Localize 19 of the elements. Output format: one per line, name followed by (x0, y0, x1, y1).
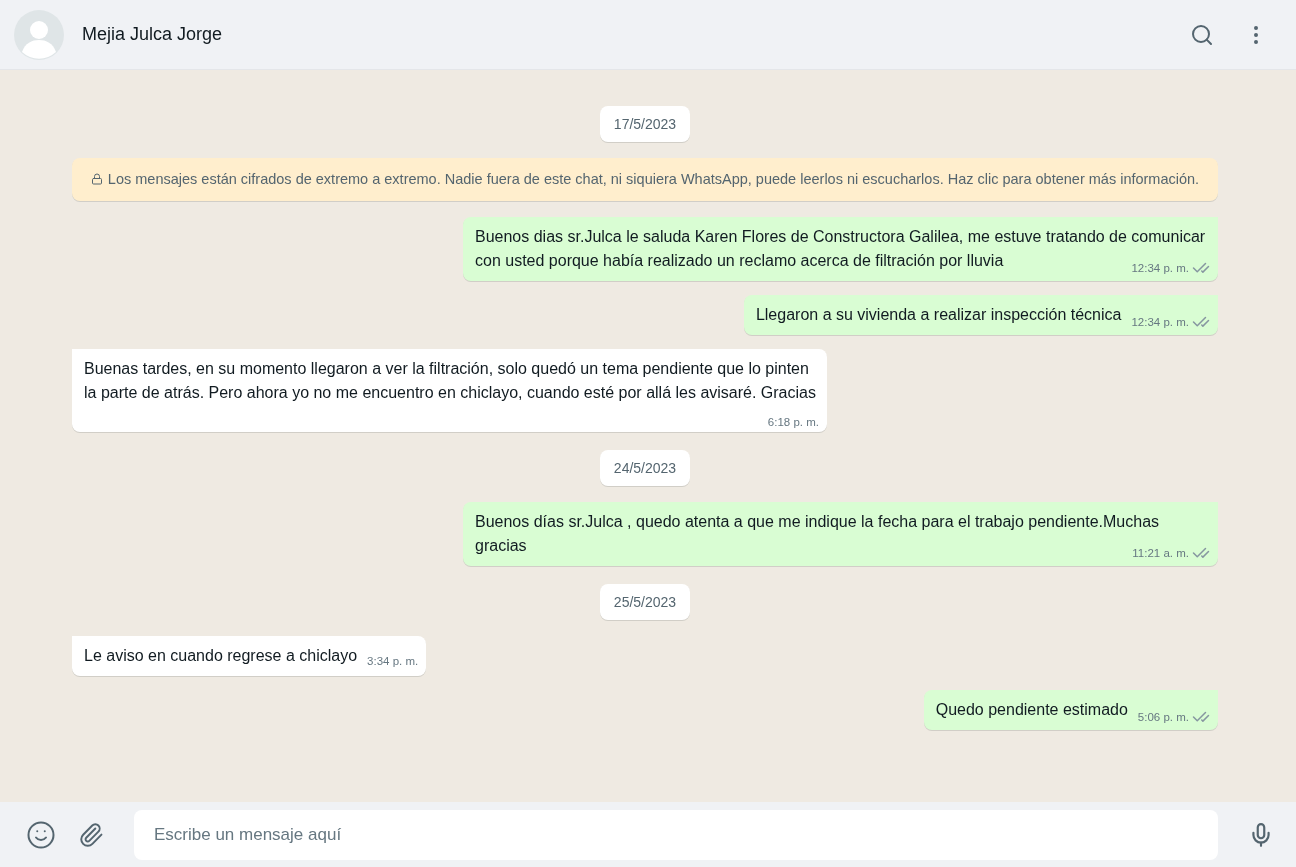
encryption-notice[interactable]: Los mensajes están cifrados de extremo a extremo. Nadie fuera de este chat, ni siquiera WhatsApp, puede leerlos ni escucharlos. Haz clic para obtener más información. (72, 158, 1218, 201)
message-time: 11:21 a. m. (1132, 545, 1189, 561)
message-time: 3:34 p. m. (367, 654, 419, 669)
message-time: 12:34 p. m. (1131, 314, 1189, 330)
message-input[interactable]: Escribe un mensaje aquí (134, 809, 1218, 860)
message-time: 6:18 p. m. (767, 415, 819, 430)
message-time: 5:06 p. m. (1137, 709, 1189, 725)
date-chip: 24/5/2023 (599, 450, 691, 486)
contact-name: Mejia Julca Jorge (82, 24, 224, 45)
message-bubble: Buenas tardes, en su momento llegaron a ver la filtración, solo quedó un tema pendiente que lo pinten la parte de atrás. Pero ahora yo no me encuentro en chiclayo, cuando esté por allá les avisaré. Gracias 6:18 p. m. (72, 349, 827, 432)
message-bubble: Buenos dias sr.Julca le saluda Karen Flores de Constructora Galilea, me estuve tratando de comunicar con usted porque había realizado un reclamo acerca de filtración por lluvia 12:34 p. m. (463, 217, 1218, 281)
message-time: 12:34 p. m. (1131, 260, 1189, 276)
date-chip: 17/5/2023 (599, 106, 691, 142)
message-bubble: Quedo pendiente estimado 5:06 p. m. (923, 690, 1218, 730)
lock-icon (90, 173, 103, 185)
message-bubble: Le aviso en cuando regrese a chiclayo 3:34 p. m. (72, 636, 427, 676)
message-bubble: Buenos días sr.Julca , quedo atenta a que me indique la fecha para el trabajo pendiente.Muchas gracias 11:21 a. m. (463, 502, 1218, 566)
date-chip: 25/5/2023 (599, 584, 691, 620)
message-bubble: Llegaron a su vivienda a realizar inspección técnica 12:34 p. m. (743, 295, 1218, 335)
